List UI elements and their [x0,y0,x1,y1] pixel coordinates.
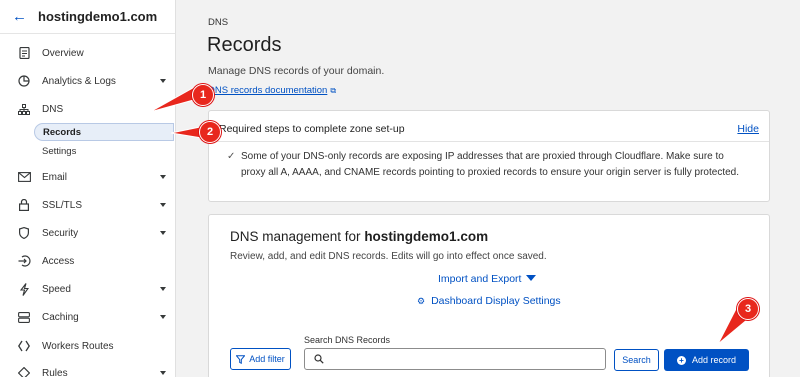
annotation-badge-1: 1 [192,84,214,106]
dns-docs-link-label: DNS records documentation [208,85,328,96]
envelope-icon [17,170,31,184]
gear-icon: ⚙ [417,296,426,306]
breadcrumb: DNS [208,17,229,28]
divider [209,141,769,142]
dns-management-description: Review, add, and edit DNS records. Edits… [230,251,547,262]
account-name: hostingdemo1.com [38,9,158,24]
sidebar-item-access[interactable]: Access [0,250,176,272]
import-export-button[interactable]: Import and Export [438,273,537,285]
shield-icon [17,226,31,240]
heading-domain: hostingdemo1.com [364,229,489,244]
sidebar-item-label: Security [42,227,79,239]
workers-icon [17,339,31,353]
sidebar-item-label: Access [42,255,75,267]
dns-management-card: DNS management for hostingdemo1.com Revi… [208,214,770,377]
caret-down-icon [526,275,537,281]
add-record-button[interactable]: + Add record [664,349,749,371]
sidebar-item-dns[interactable]: DNS [0,98,176,120]
dashboard-display-settings-button[interactable]: ⚙ Dashboard Display Settings [417,295,561,307]
search-button[interactable]: Search [614,349,659,371]
setup-steps-message: Some of your DNS-only records are exposi… [241,151,740,178]
sidebar-item-label: Workers Routes [42,340,114,352]
checkmark-icon: ✓ [227,151,236,162]
main-content: DNS Records Manage DNS records of your d… [177,0,800,377]
sidebar-item-label: Analytics & Logs [42,75,116,87]
chevron-down-icon[interactable] [160,203,166,207]
chevron-down-icon[interactable] [160,287,166,291]
external-link-icon: ⧉ [330,86,337,95]
filter-icon [236,354,246,364]
app: ← hostingdemo1.com Overview Analytics & … [0,0,800,377]
dns-docs-link[interactable]: DNS records documentation ⧉ [208,85,336,96]
sidebar-item-speed[interactable]: Speed [0,278,176,300]
lightning-icon [17,282,31,296]
sidebar-item-label: DNS [42,103,64,115]
sidebar-subitem-label: Records [43,126,82,138]
chevron-down-icon[interactable] [160,315,166,319]
sidebar-item-workers-routes[interactable]: Workers Routes [0,335,176,357]
add-filter-button[interactable]: Add filter [230,348,291,370]
server-icon [17,310,31,324]
search-label: Search DNS Records [304,335,391,345]
plus-icon: + [676,355,686,365]
dns-management-heading: DNS management for hostingdemo1.com [230,229,488,244]
access-icon [17,254,31,268]
sidebar-item-label: Caching [42,311,79,323]
page-title: Records [207,34,282,56]
annotation-badge-2: 2 [199,121,221,143]
network-icon [17,102,31,116]
annotation-badge-3: 3 [737,298,759,320]
chevron-down-icon[interactable] [160,371,166,375]
heading-prefix: DNS management for [230,229,365,244]
setup-steps-card: Required steps to complete zone set-up H… [208,110,770,202]
page-subtitle: Manage DNS records of your domain. [208,65,385,77]
sidebar: ← hostingdemo1.com Overview Analytics & … [0,0,176,377]
sidebar-item-rules[interactable]: Rules [0,362,176,377]
rules-icon [17,366,31,377]
add-record-label: Add record [691,355,737,365]
lock-icon [17,198,31,212]
sidebar-item-label: Email [42,171,68,183]
sidebar-item-overview[interactable]: Overview [0,42,176,64]
sidebar-item-caching[interactable]: Caching [0,306,176,328]
chevron-down-icon[interactable] [160,79,166,83]
arrow-left-icon[interactable]: ← [12,8,32,25]
sidebar-item-label: SSL/TLS [42,199,83,211]
sidebar-item-security[interactable]: Security [0,222,176,244]
chevron-down-icon[interactable] [160,231,166,235]
chevron-down-icon[interactable] [160,175,166,179]
add-filter-label: Add filter [249,354,285,364]
sidebar-item-analytics[interactable]: Analytics & Logs [0,70,176,92]
document-icon [17,46,31,60]
search-dns-input[interactable] [304,348,606,370]
setup-steps-heading: Required steps to complete zone set-up [219,123,405,135]
sidebar-item-email[interactable]: Email [0,166,176,188]
sidebar-item-label: Speed [42,283,71,295]
sidebar-item-label: Rules [42,367,68,377]
sidebar-subitem-label: Settings [42,145,77,157]
account-header: ← hostingdemo1.com [0,0,175,34]
search-icon [314,354,324,364]
sidebar-subitem-records[interactable]: Records [34,123,174,141]
hide-link[interactable]: Hide [737,123,759,135]
sidebar-subitem-settings[interactable]: Settings [34,142,174,160]
sidebar-item-ssl-tls[interactable]: SSL/TLS [0,194,176,216]
sidebar-item-label: Overview [42,47,84,59]
import-export-label: Import and Export [438,273,522,285]
pie-chart-icon [17,74,31,88]
dashboard-settings-label: Dashboard Display Settings [431,295,561,307]
